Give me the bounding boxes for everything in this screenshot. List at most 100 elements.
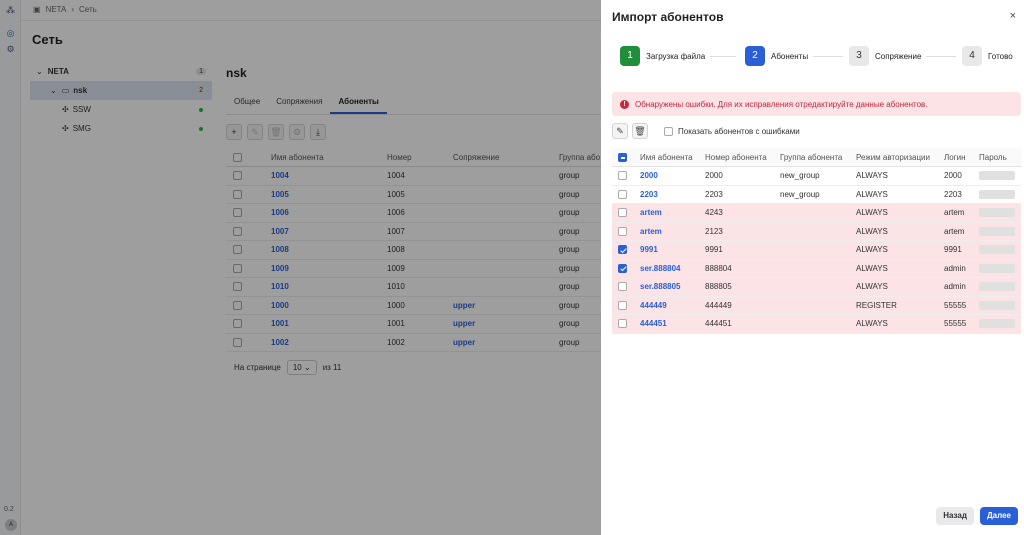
row-checkbox[interactable] [618, 282, 627, 292]
step-number: 1 [620, 46, 640, 66]
subscriber-link[interactable]: 2000 [640, 171, 658, 180]
group-cell: new_group [780, 171, 820, 181]
password-field[interactable] [979, 300, 1015, 310]
next-button[interactable]: Далее [979, 507, 1018, 525]
step-link: 3 Сопряжение [849, 46, 921, 66]
table-row[interactable]: 444451 444451 ALWAYS 55555 [612, 314, 1021, 333]
select-all-checkbox[interactable] [618, 152, 627, 162]
dialog-title: Импорт абонентов [612, 10, 724, 24]
step-label: Абоненты [771, 51, 809, 61]
column-header[interactable]: Номер абонента [699, 148, 774, 167]
subscriber-link[interactable]: artem [640, 227, 662, 236]
back-button[interactable]: Назад [936, 507, 974, 525]
auth-cell: ALWAYS [850, 240, 938, 259]
delete-button[interactable]: 🗑 [632, 123, 648, 139]
step-number: 2 [745, 46, 765, 66]
login-cell: 2000 [944, 171, 962, 181]
step-upload: 1 Загрузка файла [620, 46, 705, 66]
password-field[interactable] [979, 171, 1015, 181]
auth-cell: REGISTER [850, 296, 938, 315]
row-checkbox[interactable] [618, 208, 627, 218]
table-row[interactable]: 2203 2203 new_group ALWAYS 2203 [612, 185, 1021, 204]
subscriber-link[interactable]: 2203 [640, 190, 658, 199]
table-row[interactable]: artem 2123 ALWAYS artem [612, 222, 1021, 241]
login-cell: artem [938, 203, 973, 222]
close-icon[interactable]: × [1010, 10, 1016, 22]
group-cell: new_group [780, 189, 820, 199]
column-header[interactable]: Логин [938, 148, 973, 167]
auth-cell: ALWAYS [856, 171, 888, 181]
number-cell: 444451 [699, 314, 774, 333]
row-checkbox[interactable] [618, 319, 627, 329]
table-row[interactable]: 2000 2000 new_group ALWAYS 2000 [612, 167, 1021, 185]
stepper: 1 Загрузка файла 2 Абоненты 3 Сопряжение… [620, 46, 1015, 66]
step-label: Сопряжение [875, 51, 922, 61]
column-header[interactable]: Группа абонента [774, 148, 850, 167]
subscriber-link[interactable]: 444449 [640, 301, 667, 310]
row-checkbox[interactable] [618, 245, 627, 255]
password-field[interactable] [979, 208, 1015, 218]
modal-backdrop[interactable] [0, 0, 601, 535]
subscriber-link[interactable]: 444451 [640, 319, 667, 328]
password-field[interactable] [979, 263, 1015, 273]
step-subscribers: 2 Абоненты [745, 46, 808, 66]
dialog-footer: Назад Далее [936, 507, 1018, 525]
number-cell: 9991 [699, 240, 774, 259]
subscriber-link[interactable]: artem [640, 208, 662, 217]
login-cell: 55555 [938, 314, 973, 333]
auth-cell: ALWAYS [850, 277, 938, 296]
row-checkbox[interactable] [618, 171, 627, 181]
login-cell: 55555 [938, 296, 973, 315]
group-cell [774, 314, 850, 333]
step-label: Готово [988, 51, 1013, 61]
table-row[interactable]: artem 4243 ALWAYS artem [612, 203, 1021, 222]
login-cell: artem [938, 222, 973, 241]
table-row[interactable]: 444449 444449 REGISTER 55555 [612, 296, 1021, 315]
subscriber-link[interactable]: 9991 [640, 245, 658, 254]
subscriber-link[interactable]: ser.888805 [640, 282, 681, 291]
number-cell: 2203 [705, 189, 723, 199]
step-done: 4 Готово [962, 46, 1013, 66]
auth-cell: ALWAYS [850, 259, 938, 278]
show-errors-checkbox[interactable] [664, 126, 673, 136]
number-cell: 4243 [699, 203, 774, 222]
password-field[interactable] [979, 282, 1015, 292]
table-row[interactable]: ser.888804 888804 ALWAYS admin [612, 259, 1021, 278]
row-checkbox[interactable] [618, 300, 627, 310]
group-cell [774, 203, 850, 222]
error-icon: ! [620, 99, 629, 109]
show-errors-toggle[interactable]: Показать абонентов с ошибками [664, 126, 800, 136]
column-header[interactable]: Имя абонента [634, 148, 699, 167]
import-table: Имя абонента Номер абонента Группа абоне… [612, 148, 1021, 334]
password-field[interactable] [979, 189, 1015, 199]
import-dialog: Импорт абонентов × 1 Загрузка файла 2 Аб… [601, 0, 1024, 535]
number-cell: 2000 [705, 171, 723, 181]
subscriber-link[interactable]: ser.888804 [640, 264, 681, 273]
group-cell [774, 240, 850, 259]
table-row[interactable]: ser.888805 888805 ALWAYS admin [612, 277, 1021, 296]
auth-cell: ALWAYS [856, 189, 888, 199]
row-checkbox[interactable] [618, 189, 627, 199]
table-row[interactable]: 9991 9991 ALWAYS 9991 [612, 240, 1021, 259]
column-header[interactable]: Режим авторизации [850, 148, 938, 167]
column-header[interactable]: Пароль [973, 148, 1021, 167]
group-cell [774, 277, 850, 296]
group-cell [774, 296, 850, 315]
login-cell: admin [938, 277, 973, 296]
number-cell: 888804 [699, 259, 774, 278]
login-cell: 9991 [938, 240, 973, 259]
password-field[interactable] [979, 226, 1015, 236]
auth-cell: ALWAYS [850, 314, 938, 333]
number-cell: 888805 [699, 277, 774, 296]
auth-cell: ALWAYS [850, 203, 938, 222]
auth-cell: ALWAYS [850, 222, 938, 241]
error-banner: ! Обнаружены ошибки. Для их исправления … [612, 92, 1021, 116]
dialog-toolbar: ✎ 🗑 Показать абонентов с ошибками [612, 123, 800, 139]
step-label: Загрузка файла [646, 51, 706, 61]
password-field[interactable] [979, 319, 1015, 329]
edit-button[interactable]: ✎ [612, 123, 628, 139]
password-field[interactable] [979, 245, 1015, 255]
row-checkbox[interactable] [618, 263, 627, 273]
show-errors-label: Показать абонентов с ошибками [678, 126, 800, 136]
row-checkbox[interactable] [618, 226, 627, 236]
